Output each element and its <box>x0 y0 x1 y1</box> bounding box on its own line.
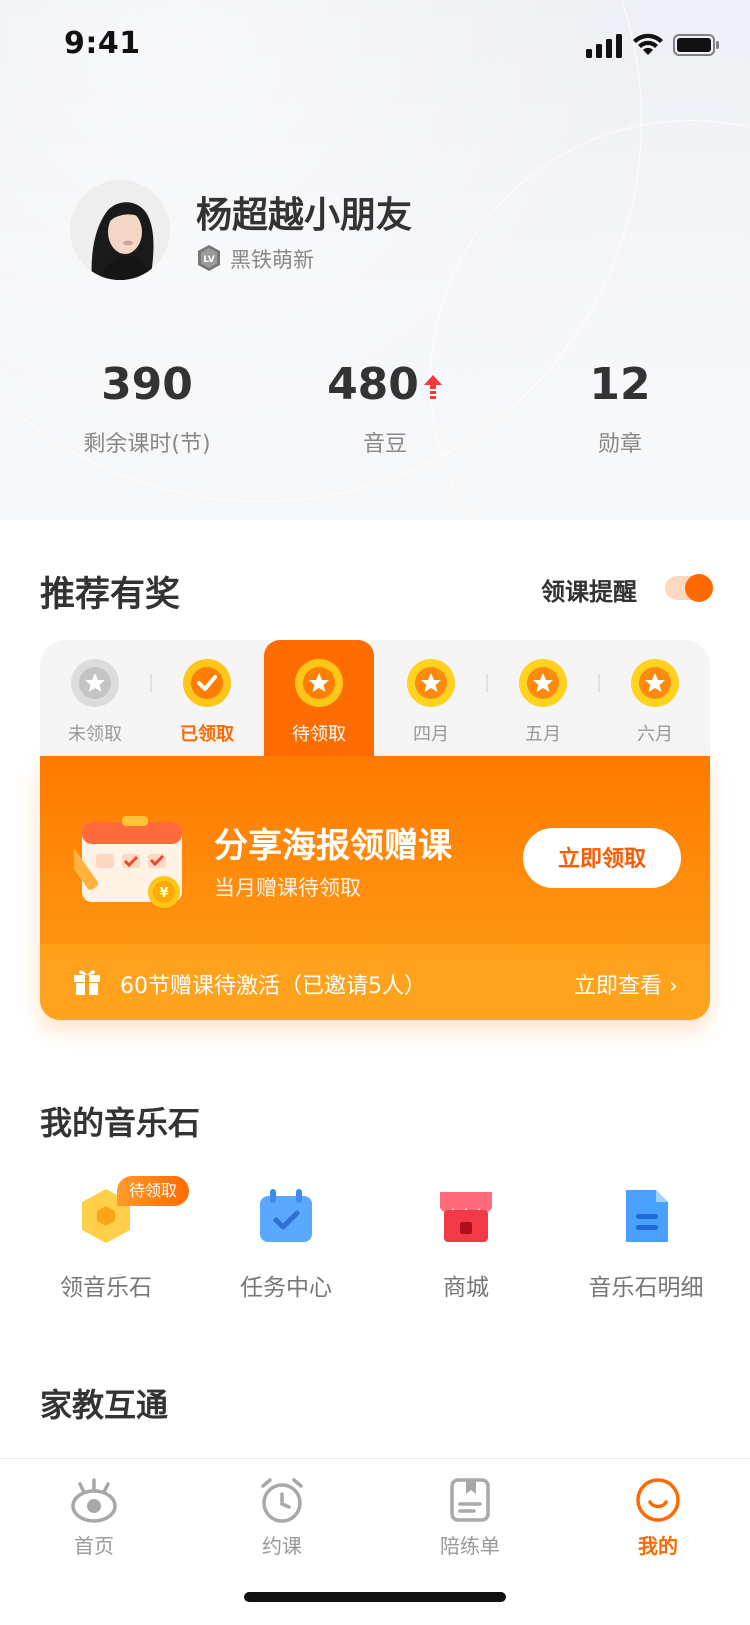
stat-label: 勋章 <box>597 432 642 457</box>
reminder-label: 领课提醒 <box>541 578 637 606</box>
stat-label: 音豆 <box>362 432 407 457</box>
stat-value: 480 <box>327 359 419 410</box>
calendar-check-icon <box>260 1189 312 1242</box>
tab-label: 六月 <box>637 724 673 745</box>
store-icon <box>440 1192 492 1242</box>
gift-icon <box>74 970 100 995</box>
star-coin-icon <box>519 659 567 707</box>
claim-now-button[interactable]: 立即领取 <box>523 828 681 888</box>
tab-label: 待领取 <box>292 724 346 745</box>
eye-monster-icon <box>71 1478 117 1523</box>
bookmark-list-icon <box>450 1478 490 1522</box>
calendar-coin-icon: ¥ <box>74 816 182 908</box>
grid-item-task-center[interactable]: 任务中心 <box>196 1186 376 1302</box>
pending-claim-badge: 待领取 <box>117 1176 190 1206</box>
music-stones-section-title: 我的音乐石 <box>40 1104 201 1142</box>
nav-home[interactable]: 首页 <box>24 1476 164 1559</box>
nav-label: 约课 <box>262 1534 302 1558</box>
star-coin-icon <box>295 659 343 707</box>
level-shield-icon: LV <box>198 245 220 271</box>
tab-label: 未领取 <box>68 724 122 745</box>
smiley-icon <box>636 1478 680 1522</box>
view-now-link[interactable]: 立即查看 › <box>574 968 678 1000</box>
alarm-clock-icon <box>261 1478 303 1523</box>
stat-value: 390 <box>101 359 193 410</box>
grid-item-store[interactable]: 商城 <box>376 1186 556 1302</box>
gray-star-coin-icon <box>71 659 119 707</box>
wifi-icon <box>633 33 663 55</box>
level-badge-text: LV <box>203 255 214 265</box>
home-indicator <box>244 1592 506 1602</box>
toggle-knob <box>685 574 713 602</box>
avatar[interactable] <box>70 180 170 280</box>
nav-practice-list[interactable]: 陪练单 <box>400 1476 540 1559</box>
stat-beans[interactable]: 480 音豆 <box>265 360 505 458</box>
stat-remaining-lessons[interactable]: 390 剩余课时(节) <box>27 360 267 458</box>
cellular-signal-icon <box>586 34 622 58</box>
tab-april[interactable]: 四月 <box>376 640 486 756</box>
grid-item-label: 商城 <box>443 1275 489 1301</box>
tab-label: 已领取 <box>180 724 234 745</box>
stat-medals[interactable]: 12 勋章 <box>500 360 740 458</box>
grid-item-label: 领音乐石 <box>60 1275 152 1301</box>
invite-status-text: 60节赠课待激活（已邀请5人） <box>120 974 426 999</box>
stat-label: 剩余课时(节) <box>83 432 211 457</box>
nav-book-class[interactable]: 约课 <box>212 1476 352 1559</box>
nav-label: 陪练单 <box>440 1534 500 1558</box>
banner-title: 分享海报领赠课 <box>214 826 452 866</box>
document-icon <box>626 1190 668 1242</box>
level-text: 黑铁萌新 <box>230 248 314 272</box>
rewards-section-title: 推荐有奖 <box>40 575 181 615</box>
tab-may[interactable]: 五月 <box>488 640 598 756</box>
battery-icon <box>673 34 719 56</box>
star-coin-icon <box>631 659 679 707</box>
tab-unclaimed[interactable]: 未领取 <box>40 640 150 756</box>
tab-pending[interactable]: 待领取 <box>264 640 374 760</box>
home-school-section-title: 家教互通 <box>40 1386 169 1424</box>
grid-item-stone-details[interactable]: 音乐石明细 <box>556 1186 736 1302</box>
nav-mine[interactable]: 我的 <box>588 1476 728 1559</box>
username: 杨超越小朋友 <box>196 195 413 236</box>
star-coin-icon <box>407 659 455 707</box>
grid-item-label: 任务中心 <box>240 1275 332 1301</box>
tab-label: 五月 <box>525 724 561 745</box>
avatar-portrait-icon <box>70 180 170 280</box>
tab-label: 四月 <box>413 724 449 745</box>
banner-subtitle: 当月赠课待领取 <box>214 876 361 900</box>
check-coin-icon <box>183 659 231 707</box>
tab-june[interactable]: 六月 <box>600 640 710 756</box>
stat-value: 12 <box>589 359 651 410</box>
reminder-toggle[interactable] <box>665 574 713 602</box>
nav-label: 首页 <box>74 1534 114 1558</box>
grid-item-label: 音乐石明细 <box>588 1275 704 1301</box>
tab-claimed[interactable]: 已领取 <box>152 640 262 756</box>
up-arrow-icon <box>423 375 442 399</box>
svg-text:¥: ¥ <box>159 886 168 901</box>
nav-label: 我的 <box>638 1534 678 1558</box>
status-time: 9:41 <box>64 26 141 61</box>
